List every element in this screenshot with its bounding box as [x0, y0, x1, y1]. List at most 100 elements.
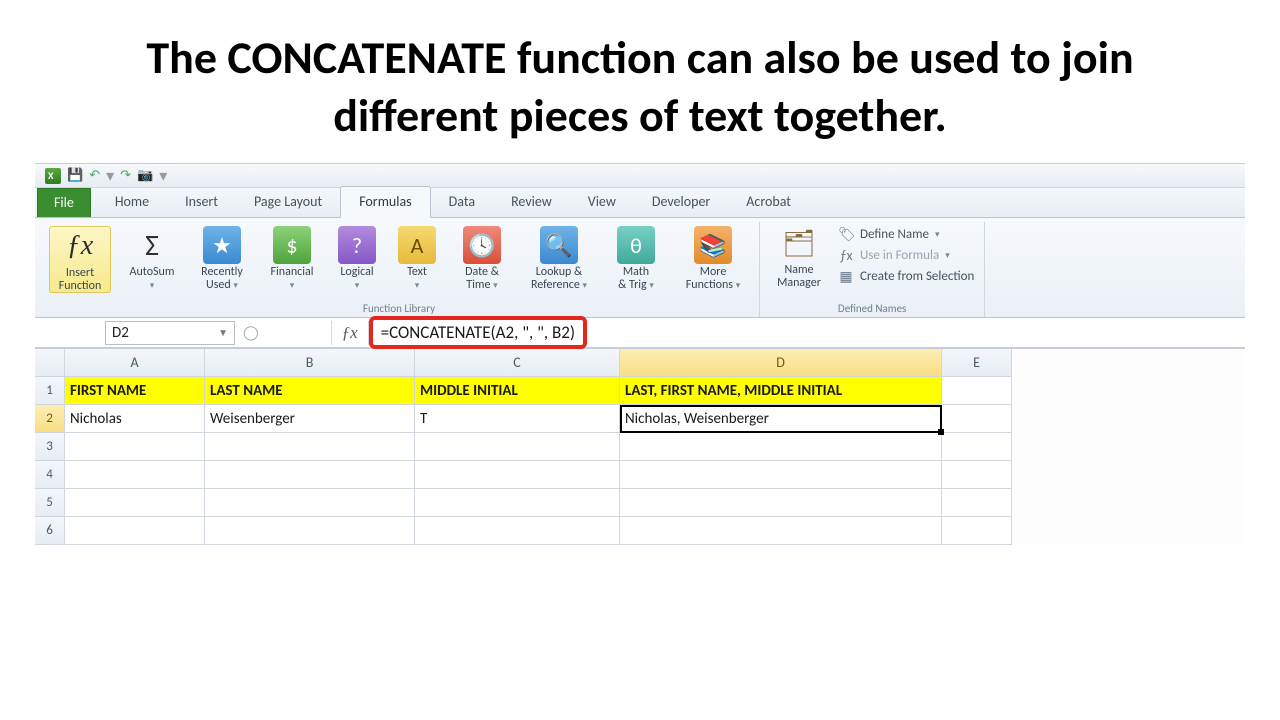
- cell-a1[interactable]: FIRST NAME: [65, 377, 205, 405]
- cell-c6[interactable]: [415, 517, 620, 545]
- col-header-a[interactable]: A: [65, 349, 205, 377]
- select-all-corner[interactable]: [35, 349, 65, 377]
- cell-d6[interactable]: [620, 517, 942, 545]
- row-header-6[interactable]: 6: [35, 517, 65, 545]
- cell-d5[interactable]: [620, 489, 942, 517]
- tab-review[interactable]: Review: [493, 187, 570, 217]
- tab-page-layout[interactable]: Page Layout: [236, 187, 340, 217]
- col-header-d[interactable]: D: [620, 349, 942, 377]
- book-icon: $: [273, 226, 311, 264]
- grid-icon: ▦: [838, 268, 854, 285]
- cell-b1[interactable]: LAST NAME: [205, 377, 415, 405]
- financial-button[interactable]: $ Financial▾: [263, 226, 321, 291]
- row-header-1[interactable]: 1: [35, 377, 65, 405]
- tab-view[interactable]: View: [570, 187, 634, 217]
- cell-e1[interactable]: [942, 377, 1012, 405]
- cell-c5[interactable]: [415, 489, 620, 517]
- slide-headline: The CONCATENATE function can also be use…: [35, 30, 1245, 163]
- col-header-c[interactable]: C: [415, 349, 620, 377]
- book-icon: 📚: [694, 226, 732, 264]
- qat-dropdown-icon[interactable]: ▾: [159, 166, 167, 186]
- name-box[interactable]: D2 ▼: [105, 321, 235, 345]
- cell-a2[interactable]: Nicholas: [65, 405, 205, 433]
- cell-b2[interactable]: Weisenberger: [205, 405, 415, 433]
- tab-insert[interactable]: Insert: [167, 187, 236, 217]
- cell-d2[interactable]: Nicholas, Weisenberger: [620, 405, 942, 433]
- cell-e6[interactable]: [942, 517, 1012, 545]
- lookup-reference-button[interactable]: 🔍 Lookup & Reference ▾: [523, 226, 595, 291]
- cell-a3[interactable]: [65, 433, 205, 461]
- quick-access-toolbar: 💾 ↶ ▾ ↷ 📷 ▾: [35, 164, 1245, 188]
- insert-function-button[interactable]: ƒx Insert Function: [49, 226, 111, 293]
- cell-e5[interactable]: [942, 489, 1012, 517]
- cell-d3[interactable]: [620, 433, 942, 461]
- cell-c2[interactable]: T: [415, 405, 620, 433]
- tab-formulas[interactable]: Formulas: [340, 186, 430, 218]
- fx-mini-icon: ƒx: [838, 247, 854, 264]
- col-header-b[interactable]: B: [205, 349, 415, 377]
- ribbon-body: ƒx Insert Function Σ AutoSum▾ ★ Recently…: [35, 218, 1245, 318]
- book-icon: 🕓: [463, 226, 501, 264]
- save-icon[interactable]: 💾: [67, 168, 83, 183]
- name-box-value: D2: [112, 324, 129, 342]
- group-defined-names: Defined Names: [760, 302, 984, 315]
- tab-developer[interactable]: Developer: [634, 187, 728, 217]
- group-function-library: Function Library: [39, 302, 759, 315]
- row-header-3[interactable]: 3: [35, 433, 65, 461]
- row-header-2[interactable]: 2: [35, 405, 65, 433]
- row-header-5[interactable]: 5: [35, 489, 65, 517]
- fx-icon: ƒx: [61, 227, 99, 265]
- date-time-button[interactable]: 🕓 Date & Time ▾: [453, 226, 511, 291]
- cell-b6[interactable]: [205, 517, 415, 545]
- sigma-icon: Σ: [133, 226, 171, 264]
- cell-e3[interactable]: [942, 433, 1012, 461]
- tag-icon: 🏷: [838, 226, 854, 243]
- more-functions-button[interactable]: 📚 More Functions ▾: [677, 226, 749, 291]
- undo-icon[interactable]: ↶: [89, 168, 100, 183]
- cell-d1[interactable]: LAST, FIRST NAME, MIDDLE INITIAL: [620, 377, 942, 405]
- math-trig-button[interactable]: θ Math & Trig ▾: [607, 226, 665, 291]
- tab-home[interactable]: Home: [97, 187, 167, 217]
- create-from-selection-button[interactable]: ▦ Create from Selection: [838, 268, 974, 285]
- redo-icon[interactable]: ↷: [120, 168, 131, 183]
- fx-label-icon[interactable]: ƒx: [331, 321, 369, 345]
- camera-icon[interactable]: 📷: [137, 168, 153, 183]
- tab-acrobat[interactable]: Acrobat: [728, 187, 809, 217]
- row-header-4[interactable]: 4: [35, 461, 65, 489]
- cell-c4[interactable]: [415, 461, 620, 489]
- chevron-down-icon[interactable]: ▼: [218, 326, 228, 339]
- book-icon: A: [398, 226, 436, 264]
- cell-e2[interactable]: [942, 405, 1012, 433]
- autosum-button[interactable]: Σ AutoSum▾: [123, 226, 181, 291]
- tab-data[interactable]: Data: [431, 187, 493, 217]
- text-button[interactable]: A Text▾: [393, 226, 441, 291]
- cell-d4[interactable]: [620, 461, 942, 489]
- logical-button[interactable]: ? Logical▾: [333, 226, 381, 291]
- circle-icon: ◯: [243, 324, 259, 341]
- book-icon: ★: [203, 226, 241, 264]
- cell-a6[interactable]: [65, 517, 205, 545]
- col-header-e[interactable]: E: [942, 349, 1012, 377]
- ribbon-tabs: File Home Insert Page Layout Formulas Da…: [35, 188, 1245, 218]
- name-manager-button[interactable]: 🗂 Name Manager: [770, 224, 828, 289]
- cell-b4[interactable]: [205, 461, 415, 489]
- cell-a5[interactable]: [65, 489, 205, 517]
- formula-bar-input[interactable]: =CONCATENATE(A2, ", ", B2): [369, 316, 587, 349]
- file-tab[interactable]: File: [37, 188, 91, 217]
- define-name-button[interactable]: 🏷 Define Name ▾: [838, 226, 974, 243]
- recently-used-button[interactable]: ★ Recently Used ▾: [193, 226, 251, 291]
- book-icon: ?: [338, 226, 376, 264]
- name-manager-icon: 🗂: [780, 224, 818, 262]
- formula-bar-row: D2 ▼ ◯ ƒx =CONCATENATE(A2, ", ", B2): [35, 318, 1245, 348]
- cell-c3[interactable]: [415, 433, 620, 461]
- book-icon: 🔍: [540, 226, 578, 264]
- cell-b3[interactable]: [205, 433, 415, 461]
- cell-b5[interactable]: [205, 489, 415, 517]
- formula-bar-buttons: ◯: [243, 324, 259, 341]
- worksheet-grid[interactable]: A B C D E 1 FIRST NAME LAST NAME MIDDLE …: [35, 348, 1245, 545]
- cell-a4[interactable]: [65, 461, 205, 489]
- use-in-formula-button[interactable]: ƒx Use in Formula ▾: [838, 247, 974, 264]
- cell-c1[interactable]: MIDDLE INITIAL: [415, 377, 620, 405]
- qat-separator: ▾: [106, 166, 114, 186]
- cell-e4[interactable]: [942, 461, 1012, 489]
